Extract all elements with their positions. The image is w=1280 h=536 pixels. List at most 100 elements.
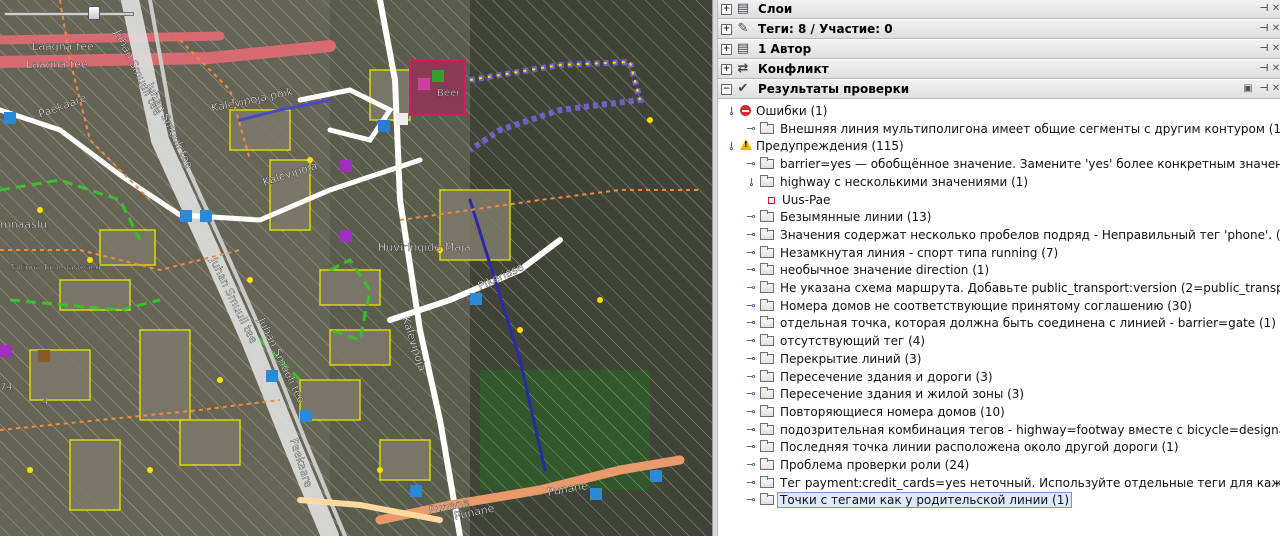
- tree-group[interactable]: ⊸ Точки с тегами как у родительской линии…: [718, 492, 1280, 509]
- expand-toggle-icon[interactable]: +: [721, 44, 732, 55]
- folder-icon: [760, 440, 774, 453]
- dialog-header-layers[interactable]: + ▤ Слои ⊣ ✕: [718, 0, 1280, 19]
- tree-collapsed-handle-icon[interactable]: ⊸: [744, 423, 758, 437]
- tree-row-label: Пересечение здания и дороги (3): [780, 369, 993, 384]
- tree-group[interactable]: ⊸ Перекрытие линий (3): [718, 351, 1280, 368]
- folder-icon: [760, 157, 774, 170]
- tree-collapsed-handle-icon[interactable]: ⊸: [744, 440, 758, 454]
- tree-group[interactable]: ⊸ отсутствующий тег (4): [718, 333, 1280, 350]
- tree-category[interactable]: ⊸ Предупреждения (115): [718, 138, 1280, 155]
- dialog-header-conflict[interactable]: + ⇄ Конфликт ⊣ ✕: [718, 60, 1280, 79]
- zoom-slider-track: [4, 12, 134, 16]
- tree-group[interactable]: ⊸ Повторяющиеся номера домов (10): [718, 404, 1280, 421]
- tree-group[interactable]: ⊸ отдельная точка, которая должна быть со…: [718, 315, 1280, 332]
- expand-toggle-icon[interactable]: +: [721, 64, 732, 75]
- tree-collapsed-handle-icon[interactable]: ⊸: [744, 476, 758, 490]
- layers-icon: ▤: [736, 1, 750, 16]
- tree-collapsed-handle-icon[interactable]: ⊸: [744, 352, 758, 366]
- validator-icon: ✔: [737, 81, 749, 96]
- tree-row-label: отсутствующий тег (4): [780, 334, 926, 349]
- detach-icon[interactable]: ⊣: [1258, 3, 1270, 15]
- tree-group[interactable]: ⊸ Пересечение здания и жилой зоны (3): [718, 386, 1280, 403]
- tree-group[interactable]: ⊸ Незамкнутая линия - спорт типа running …: [718, 245, 1280, 262]
- tree-group[interactable]: ⊸ Тег payment:credit_cards=yes неточный. …: [718, 475, 1280, 492]
- folder-icon: [760, 369, 774, 382]
- label-17: mnaaslu: [0, 218, 47, 231]
- tree-row-label: Не указана схема маршрута. Добавьте publ…: [780, 281, 1280, 295]
- tree-collapsed-handle-icon[interactable]: ⊸: [744, 405, 758, 419]
- tree-row-label: необычное значение direction (1): [780, 263, 990, 278]
- tree-group[interactable]: ⊸ Не указана схема маршрута. Добавьте pub…: [718, 280, 1280, 297]
- detach-icon[interactable]: ⊣: [1258, 83, 1270, 95]
- folder-icon: [760, 422, 774, 435]
- dialog-header-validator[interactable]: − ✔ Результаты проверки ▣ ⊣ ✕: [718, 80, 1280, 99]
- expand-toggle-icon[interactable]: +: [721, 4, 732, 15]
- dialog-header-author[interactable]: + ▤ 1 Автор ⊣ ✕: [718, 40, 1280, 59]
- detach-icon[interactable]: ⊣: [1258, 43, 1270, 55]
- tree-group[interactable]: ⊸ Внешняя линия мультиполигона имеет общи…: [718, 121, 1280, 138]
- tree-group[interactable]: ⊸ подозрительная комбинация тегов - highw…: [718, 422, 1280, 439]
- expand-toggle-icon[interactable]: +: [721, 24, 732, 35]
- tree-group[interactable]: ⊸ barrier=yes — обобщённое значение. Заме…: [718, 156, 1280, 173]
- tree-group[interactable]: ⊸ Номера домов не соответствующие принято…: [718, 298, 1280, 315]
- zoom-slider-handle[interactable]: [88, 6, 100, 20]
- folder-icon: [760, 387, 774, 400]
- close-icon[interactable]: ✕: [1270, 23, 1280, 35]
- tree-expanded-handle-icon[interactable]: ⊸: [724, 139, 738, 153]
- tree-collapsed-handle-icon[interactable]: ⊸: [744, 493, 758, 507]
- tree-collapsed-handle-icon[interactable]: ⊸: [744, 210, 758, 224]
- warning-icon: [740, 139, 752, 151]
- folder-icon: [760, 298, 774, 311]
- dialog-header-tag[interactable]: + ✎ Теги: 8 / Участие: 0 ⊣ ✕: [718, 20, 1280, 39]
- tree-row-label: Тег payment:credit_cards=yes неточный. И…: [780, 475, 1280, 490]
- folder-icon: [760, 245, 774, 258]
- tree-collapsed-handle-icon[interactable]: ⊸: [744, 299, 758, 313]
- folder-icon: [760, 263, 774, 276]
- tree-group[interactable]: ⊸ Проблема проверки роли (24): [718, 457, 1280, 474]
- tree-collapsed-handle-icon[interactable]: ⊸: [744, 370, 758, 384]
- close-icon[interactable]: ✕: [1270, 43, 1280, 55]
- tree-category[interactable]: ⊸ Ошибки (1): [718, 103, 1280, 120]
- folder-icon: [760, 316, 774, 329]
- zoom-slider[interactable]: [4, 6, 134, 20]
- tree-row-label: Номера домов не соответствующие принятом…: [780, 298, 1192, 313]
- close-icon[interactable]: ✕: [1270, 63, 1280, 75]
- author-icon: ▤: [736, 41, 750, 56]
- tree-group[interactable]: ⊸ Безымянные линии (13): [718, 209, 1280, 226]
- detach-icon[interactable]: ⊣: [1258, 63, 1270, 75]
- tree-collapsed-handle-icon[interactable]: ⊸: [744, 246, 758, 260]
- tree-group[interactable]: ⊸ highway с несколькими значениями (1): [718, 174, 1280, 191]
- tree-collapsed-handle-icon[interactable]: ⊸: [744, 157, 758, 171]
- tree-collapsed-handle-icon[interactable]: ⊸: [744, 458, 758, 472]
- validation-tree[interactable]: ⊸ Ошибки (1) ⊸ Внешняя линия мультиполигона…: [718, 101, 1280, 536]
- tree-collapsed-handle-icon[interactable]: ⊸: [744, 316, 758, 330]
- tree-collapsed-handle-icon[interactable]: ⊸: [744, 334, 758, 348]
- folder-icon: [760, 174, 774, 187]
- tree-group[interactable]: ⊸ Значения содержат несколько пробелов по…: [718, 227, 1280, 244]
- tree-row-label: Пересечение здания и жилой зоны (3): [780, 387, 1025, 402]
- tree-group[interactable]: ⊸ Последняя точка линии расположена около…: [718, 439, 1280, 456]
- tree-row-label: подозрительная комбинация тегов - highwa…: [780, 422, 1280, 437]
- folder-icon: [760, 404, 774, 417]
- folder-icon: [760, 493, 774, 506]
- side-panel: + ▤ Слои ⊣ ✕ + ✎ Теги: 8 / Участие: 0 ⊣ ✕ + ▤ 1 Авто…: [718, 0, 1280, 536]
- close-icon[interactable]: ✕: [1270, 3, 1280, 15]
- tree-group[interactable]: ⊸ Пересечение здания и дороги (3): [718, 369, 1280, 386]
- tree-leaf-item[interactable]: Uus-Pae: [718, 192, 1280, 209]
- tree-collapsed-handle-icon[interactable]: ⊸: [744, 263, 758, 277]
- map-view[interactable]: Laagna tee Laagna tee Juhan Smuuli tee J…: [0, 0, 712, 536]
- tree-expanded-handle-icon[interactable]: ⊸: [724, 104, 738, 118]
- tree-expanded-handle-icon[interactable]: ⊸: [744, 175, 758, 189]
- tree-row-label: Предупреждения (115): [756, 139, 904, 154]
- close-icon[interactable]: ✕: [1270, 83, 1280, 95]
- detach-icon[interactable]: ⊣: [1258, 23, 1270, 35]
- tree-collapsed-handle-icon[interactable]: ⊸: [744, 387, 758, 401]
- tree-collapsed-handle-icon[interactable]: ⊸: [744, 281, 758, 295]
- tree-collapsed-handle-icon[interactable]: ⊸: [744, 228, 758, 242]
- tree-collapsed-handle-icon[interactable]: ⊸: [744, 122, 758, 136]
- tree-row-label: отдельная точка, которая должна быть сое…: [780, 316, 1276, 331]
- map-canvas[interactable]: Laagna tee Laagna tee Juhan Smuuli tee J…: [0, 0, 712, 536]
- expand-toggle-icon[interactable]: −: [721, 84, 732, 95]
- settings-icon[interactable]: ▣: [1242, 83, 1254, 95]
- tree-group[interactable]: ⊸ необычное значение direction (1): [718, 262, 1280, 279]
